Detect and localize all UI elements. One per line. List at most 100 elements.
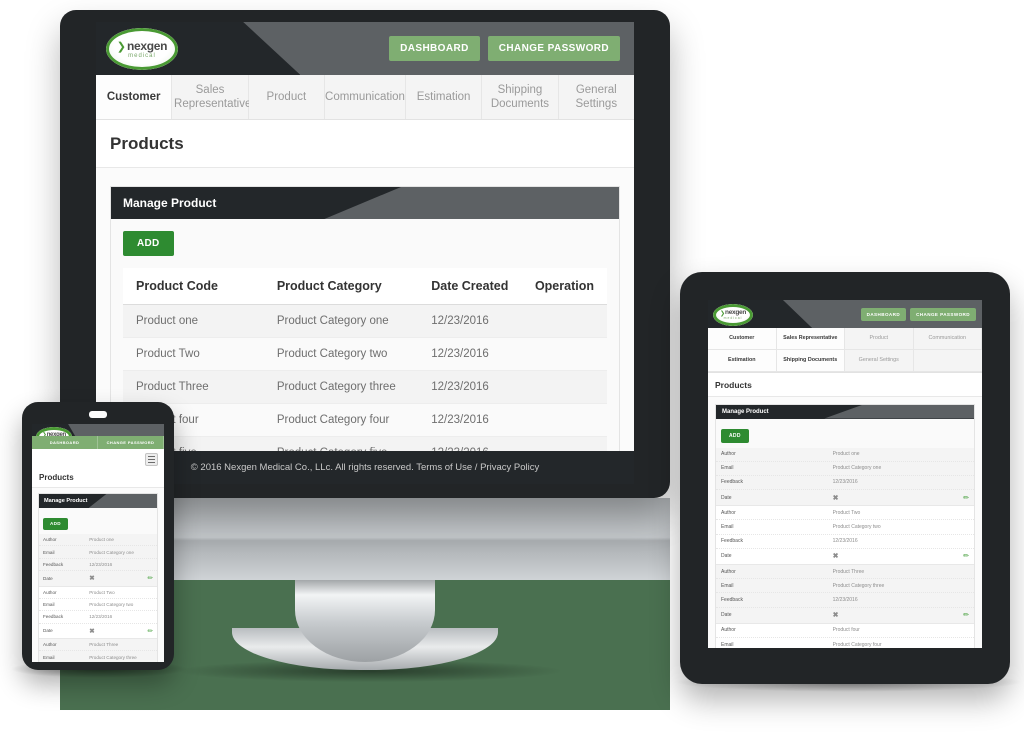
change-password-button[interactable]: CHANGE PASSWORD — [910, 307, 976, 321]
tab-general-settings[interactable]: General Settings — [845, 349, 914, 372]
list-item[interactable]: Author Product one Email Product Category … — [716, 447, 974, 507]
add-button[interactable]: ADD — [43, 517, 68, 530]
phone-bezel: ❯ nexgen medical DASHBOARD CHANGE PASSWO… — [22, 402, 174, 670]
change-password-button[interactable]: CHANGE PASSWORD — [487, 36, 620, 61]
field-feedback: Feedback 12/23/2016 — [39, 611, 157, 624]
desktop-screen: ❯ nexgen medical DASHBOARD CHANGE PASSWO… — [96, 22, 634, 484]
edit-icon[interactable]: ✏ — [963, 611, 969, 619]
stacked-rows: Author Product one Email Product Category … — [39, 534, 157, 662]
panel-body: ADD Product Code Product Category Date C… — [111, 219, 619, 451]
field-date: Date ✖ ✏ — [716, 608, 974, 623]
tab-label: Estimation — [727, 356, 756, 363]
panel-title: Manage Product — [722, 408, 769, 415]
tab-sales-representative[interactable]: Sales Representative — [776, 328, 845, 350]
tab-customer[interactable]: Customer — [96, 75, 173, 119]
cell-operation — [521, 370, 607, 404]
table-row[interactable]: Product Two Product Category two 12/23/2… — [123, 337, 607, 371]
field-label: Email — [721, 524, 734, 531]
tab-label: General Settings — [858, 356, 899, 363]
table-row[interactable]: Product five Product Category five 12/23… — [123, 436, 607, 451]
table-row[interactable]: Product four Product Category four 12/23… — [123, 403, 607, 437]
edit-icon[interactable]: ✏ — [963, 552, 969, 560]
panel-title: Manage Product — [123, 196, 217, 210]
stacked-rows: Author Product one Email Product Category … — [716, 447, 974, 649]
field-label: Author — [721, 568, 736, 575]
field-value: Product Category one — [89, 549, 134, 555]
tab-general-settings[interactable]: General Settings — [558, 75, 634, 119]
field-author: Author Product four — [716, 624, 974, 638]
panel-header: Manage Product — [716, 404, 974, 419]
tab-sales-representative[interactable]: Sales Representative — [172, 75, 251, 119]
field-author: Author Product Two — [716, 506, 974, 521]
delete-icon[interactable]: ✖ — [833, 552, 964, 560]
field-value: 12/23/2016 — [832, 596, 858, 603]
tablet-mockup: ❯ nexgen medical DASHBOARD CHANGE PASSWO… — [674, 272, 1024, 692]
brand-logo[interactable]: ❯ nexgen medical — [713, 304, 753, 326]
field-feedback: Feedback 12/23/2016 — [39, 559, 157, 572]
tab-communication[interactable]: Communication — [913, 328, 982, 350]
list-item[interactable]: Author Product Three Email Product Categor… — [39, 639, 157, 662]
tab-product[interactable]: Product — [248, 75, 326, 119]
phone-content: Manage Product ADD Author Product one Ema… — [32, 488, 164, 662]
hamburger-icon[interactable] — [145, 453, 158, 466]
tab-estimation[interactable]: Estimation — [405, 75, 483, 119]
brand-logo[interactable]: ❯ nexgen medical — [106, 28, 178, 70]
list-item[interactable]: Author Product one Email Product Category … — [39, 534, 157, 587]
field-label: Author — [43, 537, 57, 543]
edit-icon[interactable]: ✏ — [148, 627, 153, 635]
logo-subtitle: medical — [128, 52, 156, 59]
tablet-content: Manage Product ADD Author Product one Ema… — [708, 396, 982, 649]
delete-icon[interactable]: ✖ — [89, 627, 147, 635]
tablet-tab-bar: Customer Sales Representative Product Co… — [708, 328, 982, 373]
list-item[interactable]: Author Product Three Email Product Categor… — [716, 565, 974, 624]
list-item[interactable]: Author Product Two Email Product Category … — [39, 587, 157, 639]
tab-communication[interactable]: Communication — [325, 75, 406, 119]
add-button[interactable]: ADD — [721, 428, 749, 443]
list-item[interactable]: Author Product Two Email Product Category … — [716, 506, 974, 565]
cell-date-created: 12/23/2016 — [418, 403, 522, 437]
change-password-button[interactable]: CHANGE PASSWORD — [98, 436, 164, 449]
field-label: Email — [721, 582, 734, 589]
delete-icon[interactable]: ✖ — [833, 611, 964, 619]
add-button[interactable]: ADD — [123, 231, 174, 256]
phone-app: ❯ nexgen medical DASHBOARD CHANGE PASSWO… — [32, 424, 164, 662]
column-operation: Operation — [521, 268, 607, 305]
list-item[interactable]: Author Product four Email Product Category… — [716, 624, 974, 648]
table-row[interactable]: Product one Product Category one 12/23/2… — [123, 304, 607, 338]
panel-header: Manage Product — [111, 187, 619, 219]
field-email: Email Product Category two — [39, 599, 157, 612]
tab-shipping-documents[interactable]: Shipping Documents — [482, 75, 559, 119]
edit-icon[interactable]: ✏ — [963, 494, 969, 502]
field-date: Date ✖ ✏ — [716, 549, 974, 564]
delete-icon[interactable]: ✖ — [89, 574, 147, 582]
field-label: Feedback — [43, 561, 64, 567]
tab-customer[interactable]: Customer — [708, 328, 777, 350]
dashboard-button[interactable]: DASHBOARD — [389, 36, 480, 61]
cell-product-category: Product Category two — [263, 337, 419, 371]
field-value: 12/23/2016 — [89, 561, 113, 567]
field-value: Product one — [832, 451, 860, 458]
field-value: Product Two — [89, 589, 115, 595]
field-value: Product Category three — [89, 654, 137, 660]
leaf-icon: ❯ — [116, 40, 126, 53]
field-value: Product Category two — [89, 602, 134, 608]
tab-estimation[interactable]: Estimation — [708, 349, 777, 372]
field-label: Author — [721, 451, 736, 458]
cell-product-category: Product Category four — [263, 403, 419, 437]
field-author: Author Product one — [716, 448, 974, 462]
phone-mockup: ❯ nexgen medical DASHBOARD CHANGE PASSWO… — [10, 402, 188, 678]
dashboard-button[interactable]: DASHBOARD — [32, 436, 98, 449]
panel-header: Manage Product — [39, 494, 157, 508]
phone-top-buttons: DASHBOARD CHANGE PASSWORD — [32, 436, 164, 449]
field-label: Email — [43, 602, 55, 608]
tab-shipping-documents[interactable]: Shipping Documents — [776, 349, 845, 372]
field-email: Email Product Category three — [39, 651, 157, 662]
field-label: Feedback — [43, 614, 64, 620]
tab-product[interactable]: Product — [845, 328, 914, 350]
table-row[interactable]: Product Three Product Category three 12/… — [123, 370, 607, 404]
field-email: Email Product Category four — [716, 638, 974, 648]
phone-topbar: ❯ nexgen medical DASHBOARD CHANGE PASSWO… — [32, 424, 164, 449]
dashboard-button[interactable]: DASHBOARD — [860, 307, 907, 321]
delete-icon[interactable]: ✖ — [833, 494, 964, 502]
edit-icon[interactable]: ✏ — [148, 574, 153, 582]
